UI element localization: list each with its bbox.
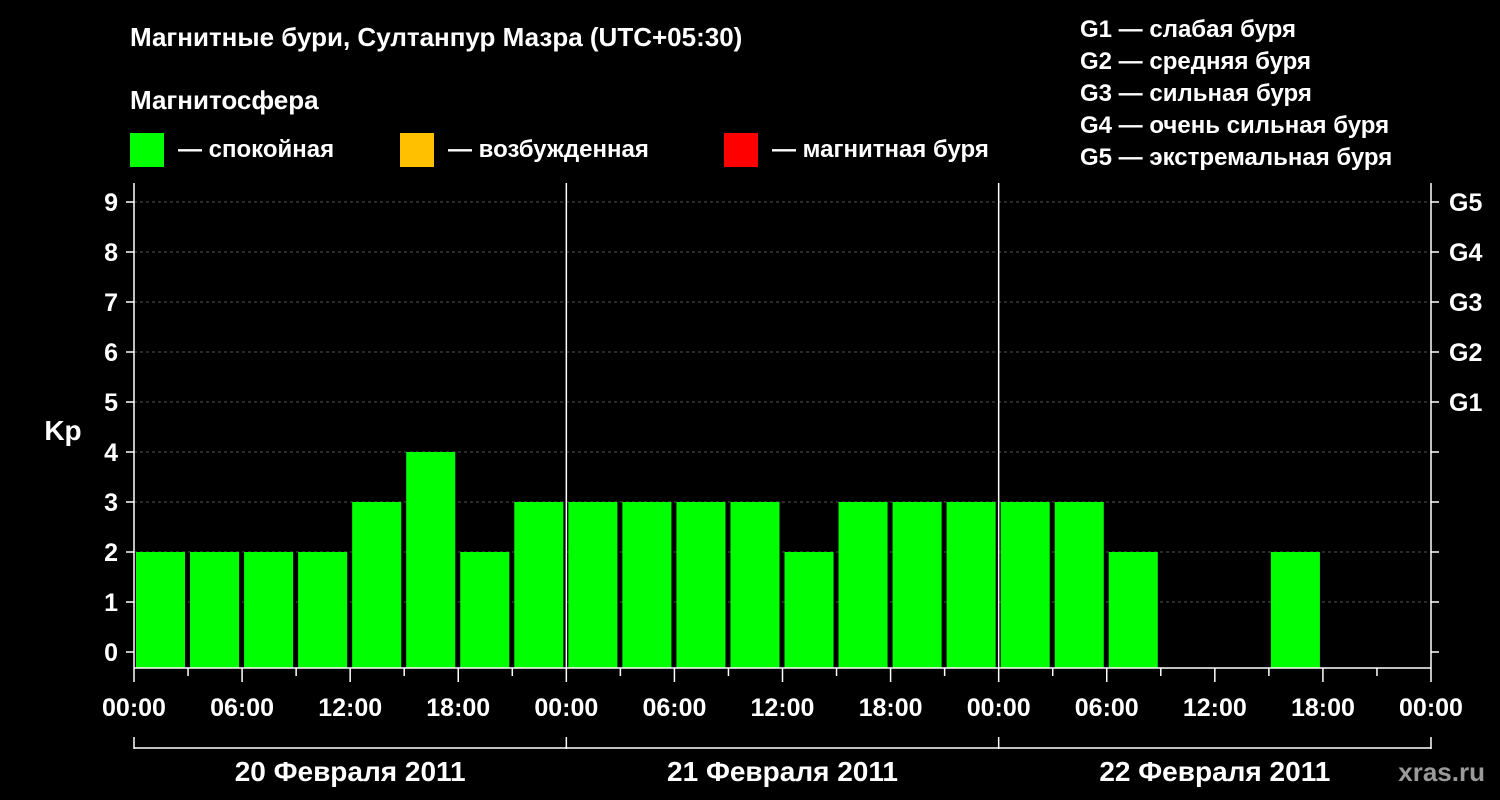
kp-bar-14: [892, 502, 942, 668]
kp-bar-16: [1000, 502, 1050, 668]
y-tick-label-0: 0: [104, 639, 118, 667]
kp-bar-4: [352, 502, 402, 668]
g-label-g5: G5: [1449, 189, 1482, 217]
g-label-g2: G2: [1449, 339, 1482, 367]
day-label-0: 20 Февраля 2011: [235, 756, 466, 787]
y-tick-label-8: 8: [104, 239, 118, 267]
kp-bar-9: [622, 502, 672, 668]
day-label-2: 22 Февраля 2011: [1099, 756, 1330, 787]
x-tick-label-2: 12:00: [318, 694, 382, 722]
kp-bar-12: [784, 552, 834, 668]
x-tick-label-10: 12:00: [1183, 694, 1247, 722]
g-label-g1: G1: [1449, 389, 1482, 417]
kp-bar-7: [514, 502, 564, 668]
x-tick-label-6: 12:00: [751, 694, 815, 722]
x-tick-label-12: 00:00: [1399, 694, 1463, 722]
watermark: xras.ru: [1398, 757, 1485, 787]
kp-bar-15: [946, 502, 996, 668]
kp-bar-1: [190, 552, 240, 668]
x-tick-label-1: 06:00: [210, 694, 274, 722]
x-tick-label-0: 00:00: [102, 694, 166, 722]
x-tick-label-3: 18:00: [426, 694, 490, 722]
x-tick-label-5: 06:00: [642, 694, 706, 722]
kp-bar-5: [406, 452, 456, 668]
day-label-1: 21 Февраля 2011: [667, 756, 898, 787]
y-axis-label: Kp: [44, 415, 81, 446]
kp-bar-21: [1270, 552, 1320, 668]
x-tick-label-4: 00:00: [534, 694, 598, 722]
kp-bar-8: [568, 502, 618, 668]
x-tick-label-11: 18:00: [1291, 694, 1355, 722]
y-tick-label-4: 4: [104, 439, 118, 467]
kp-bar-2: [244, 552, 294, 668]
x-tick-label-9: 06:00: [1075, 694, 1139, 722]
y-tick-label-1: 1: [104, 589, 118, 617]
kp-chart: 0 1 2 3 4 5 6 7 8 9 G1 G2 G3 G4 G5 Kp 00:00 06:00 12:00 18:…: [44, 183, 1485, 787]
y-tick-label-5: 5: [104, 389, 118, 417]
x-tick-label-8: 00:00: [967, 694, 1031, 722]
x-tick-label-7: 18:00: [859, 694, 923, 722]
g-label-g3: G3: [1449, 289, 1482, 317]
y-tick-label-6: 6: [104, 339, 118, 367]
kp-bar-17: [1054, 502, 1104, 668]
kp-bar-13: [838, 502, 888, 668]
kp-bar-0: [136, 552, 186, 668]
g-label-g4: G4: [1449, 239, 1482, 267]
kp-bar-6: [460, 552, 510, 668]
kp-bar-10: [676, 502, 726, 668]
y-tick-label-2: 2: [104, 539, 118, 567]
kp-bar-3: [298, 552, 348, 668]
y-tick-label-3: 3: [104, 489, 118, 517]
y-tick-label-7: 7: [104, 289, 118, 317]
y-tick-label-9: 9: [104, 189, 118, 217]
kp-bar-18: [1108, 552, 1158, 668]
kp-bar-11: [730, 502, 780, 668]
